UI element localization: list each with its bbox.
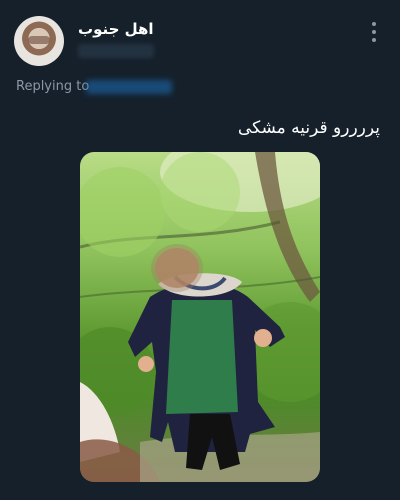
tweet-media-image[interactable] [80, 152, 320, 482]
replying-to-handle-blurred[interactable] [86, 80, 172, 94]
author-handle-blurred[interactable] [78, 44, 154, 58]
author-name[interactable]: اهل جنوب [78, 20, 154, 38]
replying-to-label: Replying to [16, 79, 90, 94]
author-avatar[interactable] [14, 16, 64, 66]
more-vertical-icon[interactable] [368, 22, 380, 42]
photo-illustration [80, 152, 320, 482]
tweet-text: پررررو قرنیه مشکی [237, 118, 380, 138]
